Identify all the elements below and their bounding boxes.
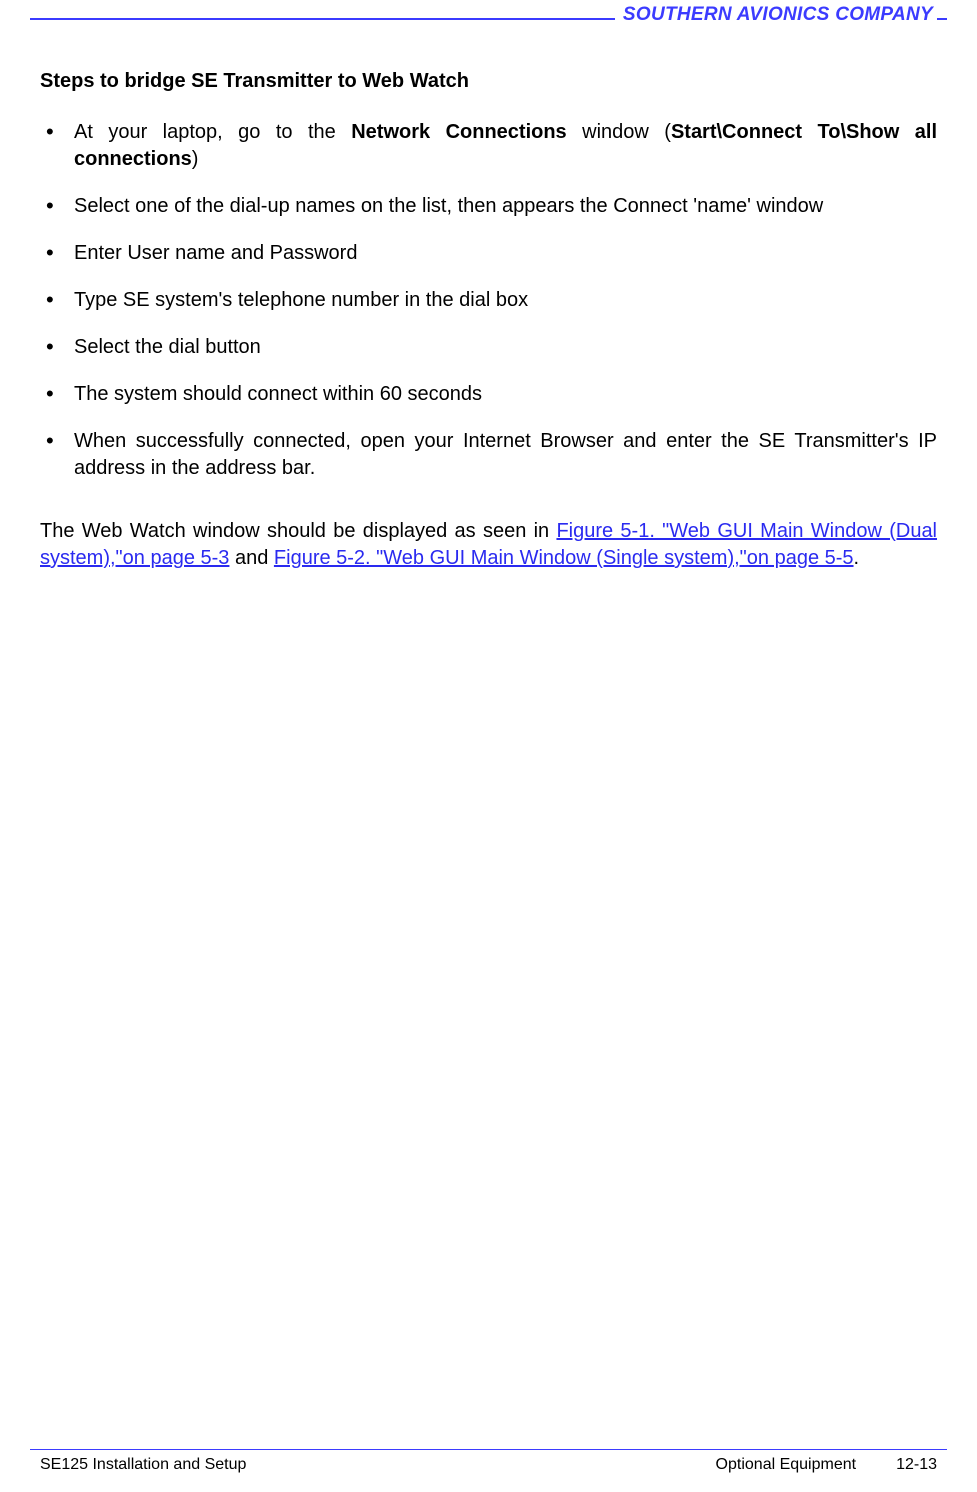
- footer-right: Optional Equipment 12-13: [716, 1456, 937, 1474]
- bold-run: Network Connections: [351, 121, 566, 143]
- text-run: Type SE system's telephone number in the…: [74, 289, 528, 311]
- footer-page-number: 12-13: [896, 1456, 937, 1474]
- steps-list: At your laptop, go to the Network Connec…: [40, 119, 937, 482]
- text-run: .: [854, 547, 860, 569]
- footer-doc-title: SE125 Installation and Setup: [40, 1456, 246, 1474]
- list-item: At your laptop, go to the Network Connec…: [40, 119, 937, 173]
- text-run: window (: [567, 121, 671, 143]
- footer-section: Optional Equipment: [716, 1456, 857, 1474]
- text-run: The Web Watch window should be displayed…: [40, 520, 556, 542]
- text-run: ): [192, 148, 199, 170]
- text-run: Enter User name and Password: [74, 242, 357, 264]
- text-run: Select one of the dial-up names on the l…: [74, 195, 823, 217]
- text-run: and: [229, 547, 273, 569]
- footer-rule: [30, 1449, 947, 1450]
- page-content: Steps to bridge SE Transmitter to Web Wa…: [40, 0, 937, 572]
- list-item: The system should connect within 60 seco…: [40, 381, 937, 408]
- list-item: Type SE system's telephone number in the…: [40, 287, 937, 314]
- text-run: At your laptop, go to the: [74, 121, 351, 143]
- list-item: Select the dial button: [40, 334, 937, 361]
- section-heading: Steps to bridge SE Transmitter to Web Wa…: [40, 70, 937, 93]
- company-name: SOUTHERN AVIONICS COMPANY: [615, 0, 937, 30]
- text-run: When successfully connected, open your I…: [74, 430, 937, 479]
- paragraph: The Web Watch window should be displayed…: [40, 518, 937, 572]
- list-item: When successfully connected, open your I…: [40, 428, 937, 482]
- list-item: Select one of the dial-up names on the l…: [40, 193, 937, 220]
- figure-link-5-2[interactable]: Figure 5-2. "Web GUI Main Window (Single…: [274, 547, 854, 569]
- list-item: Enter User name and Password: [40, 240, 937, 267]
- page-footer: SE125 Installation and Setup Optional Eq…: [40, 1456, 937, 1474]
- text-run: Select the dial button: [74, 336, 261, 358]
- text-run: The system should connect within 60 seco…: [74, 383, 482, 405]
